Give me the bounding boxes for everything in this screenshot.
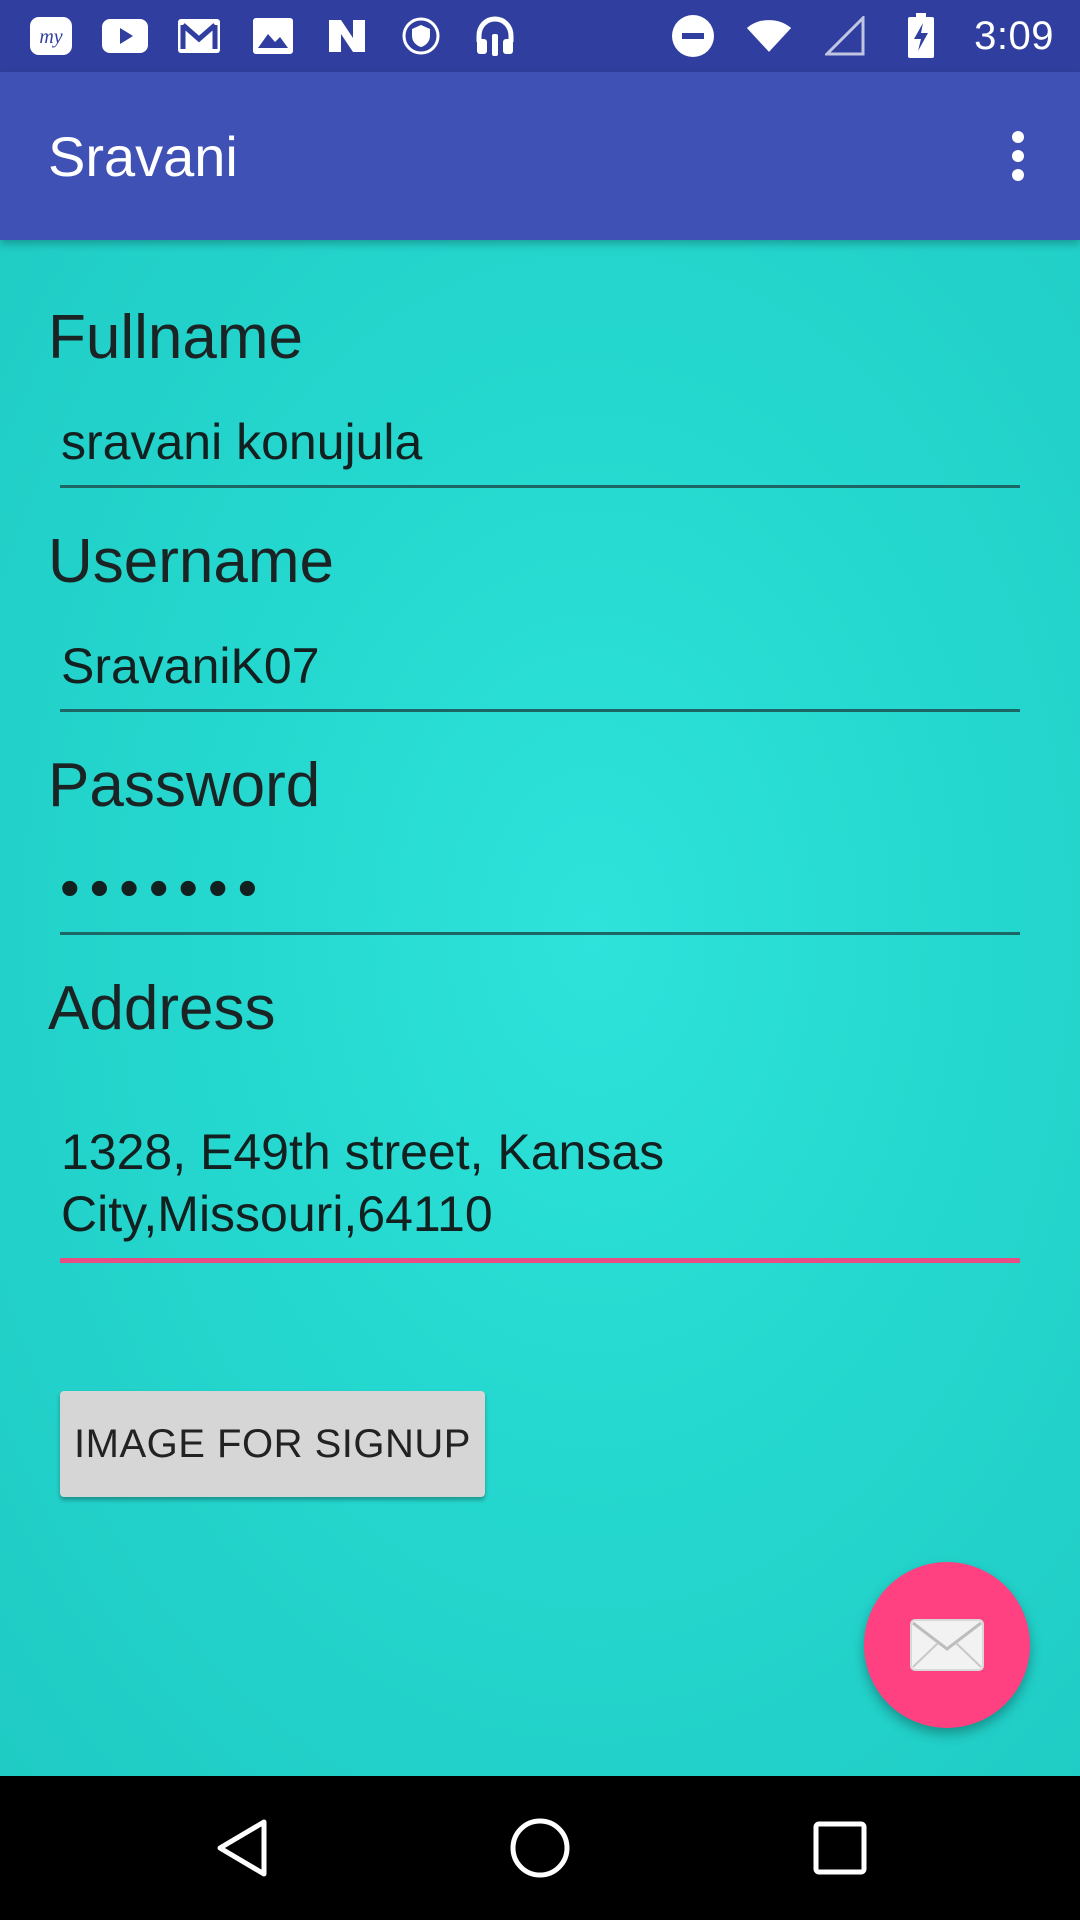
overflow-menu-button[interactable] [970,108,1066,204]
signal-icon [822,13,868,59]
shield-icon [398,13,444,59]
username-field[interactable]: SravaniK07 [60,635,1020,712]
my-app-icon: my [28,13,74,59]
password-label: Password [48,751,321,820]
photos-icon [250,13,296,59]
username-value: SravaniK07 [61,638,320,694]
system-icons: 3:09 [670,10,1054,62]
home-button[interactable] [490,1798,590,1898]
password-value: ••••••• [60,856,268,919]
mail-fab-button[interactable] [864,1562,1030,1728]
headphones-icon [472,13,518,59]
password-field[interactable]: ••••••• [60,857,1020,935]
signup-form: Fullname sravani konujula Username Srava… [0,240,1080,1776]
status-bar: my 3:09 [0,0,1080,72]
gmail-icon [176,13,222,59]
back-button[interactable] [192,1798,292,1898]
app-bar: Sravani [0,72,1080,240]
username-label: Username [48,527,334,596]
fullname-value: sravani konujula [61,414,423,470]
n-app-icon [324,13,370,59]
battery-charging-icon [898,13,944,59]
address-field[interactable]: 1328, E49th street, Kansas City,Missouri… [60,1121,1020,1263]
fullname-field[interactable]: sravani konujula [60,411,1020,488]
back-icon [217,1819,267,1877]
wifi-icon [746,13,792,59]
more-vert-icon [1012,131,1024,181]
youtube-icon [102,13,148,59]
fullname-label: Fullname [48,303,303,372]
home-icon [510,1818,570,1878]
navigation-bar [0,1776,1080,1920]
app-title: Sravani [48,125,238,188]
address-line-2: City,Missouri,64110 [61,1186,493,1242]
recents-button[interactable] [790,1798,890,1898]
address-line-1: 1328, E49th street, Kansas [61,1124,665,1180]
recents-icon [813,1821,867,1875]
mail-icon [910,1619,984,1671]
image-for-signup-button[interactable]: IMAGE FOR SIGNUP [60,1391,485,1497]
notification-icons: my [28,10,518,62]
address-label: Address [48,974,276,1043]
screen: my 3:09 Sravani Fullname sravani konujul… [0,0,1080,1920]
svg-text:my: my [39,26,62,48]
status-time: 3:09 [974,13,1054,58]
do-not-disturb-icon [670,13,716,59]
